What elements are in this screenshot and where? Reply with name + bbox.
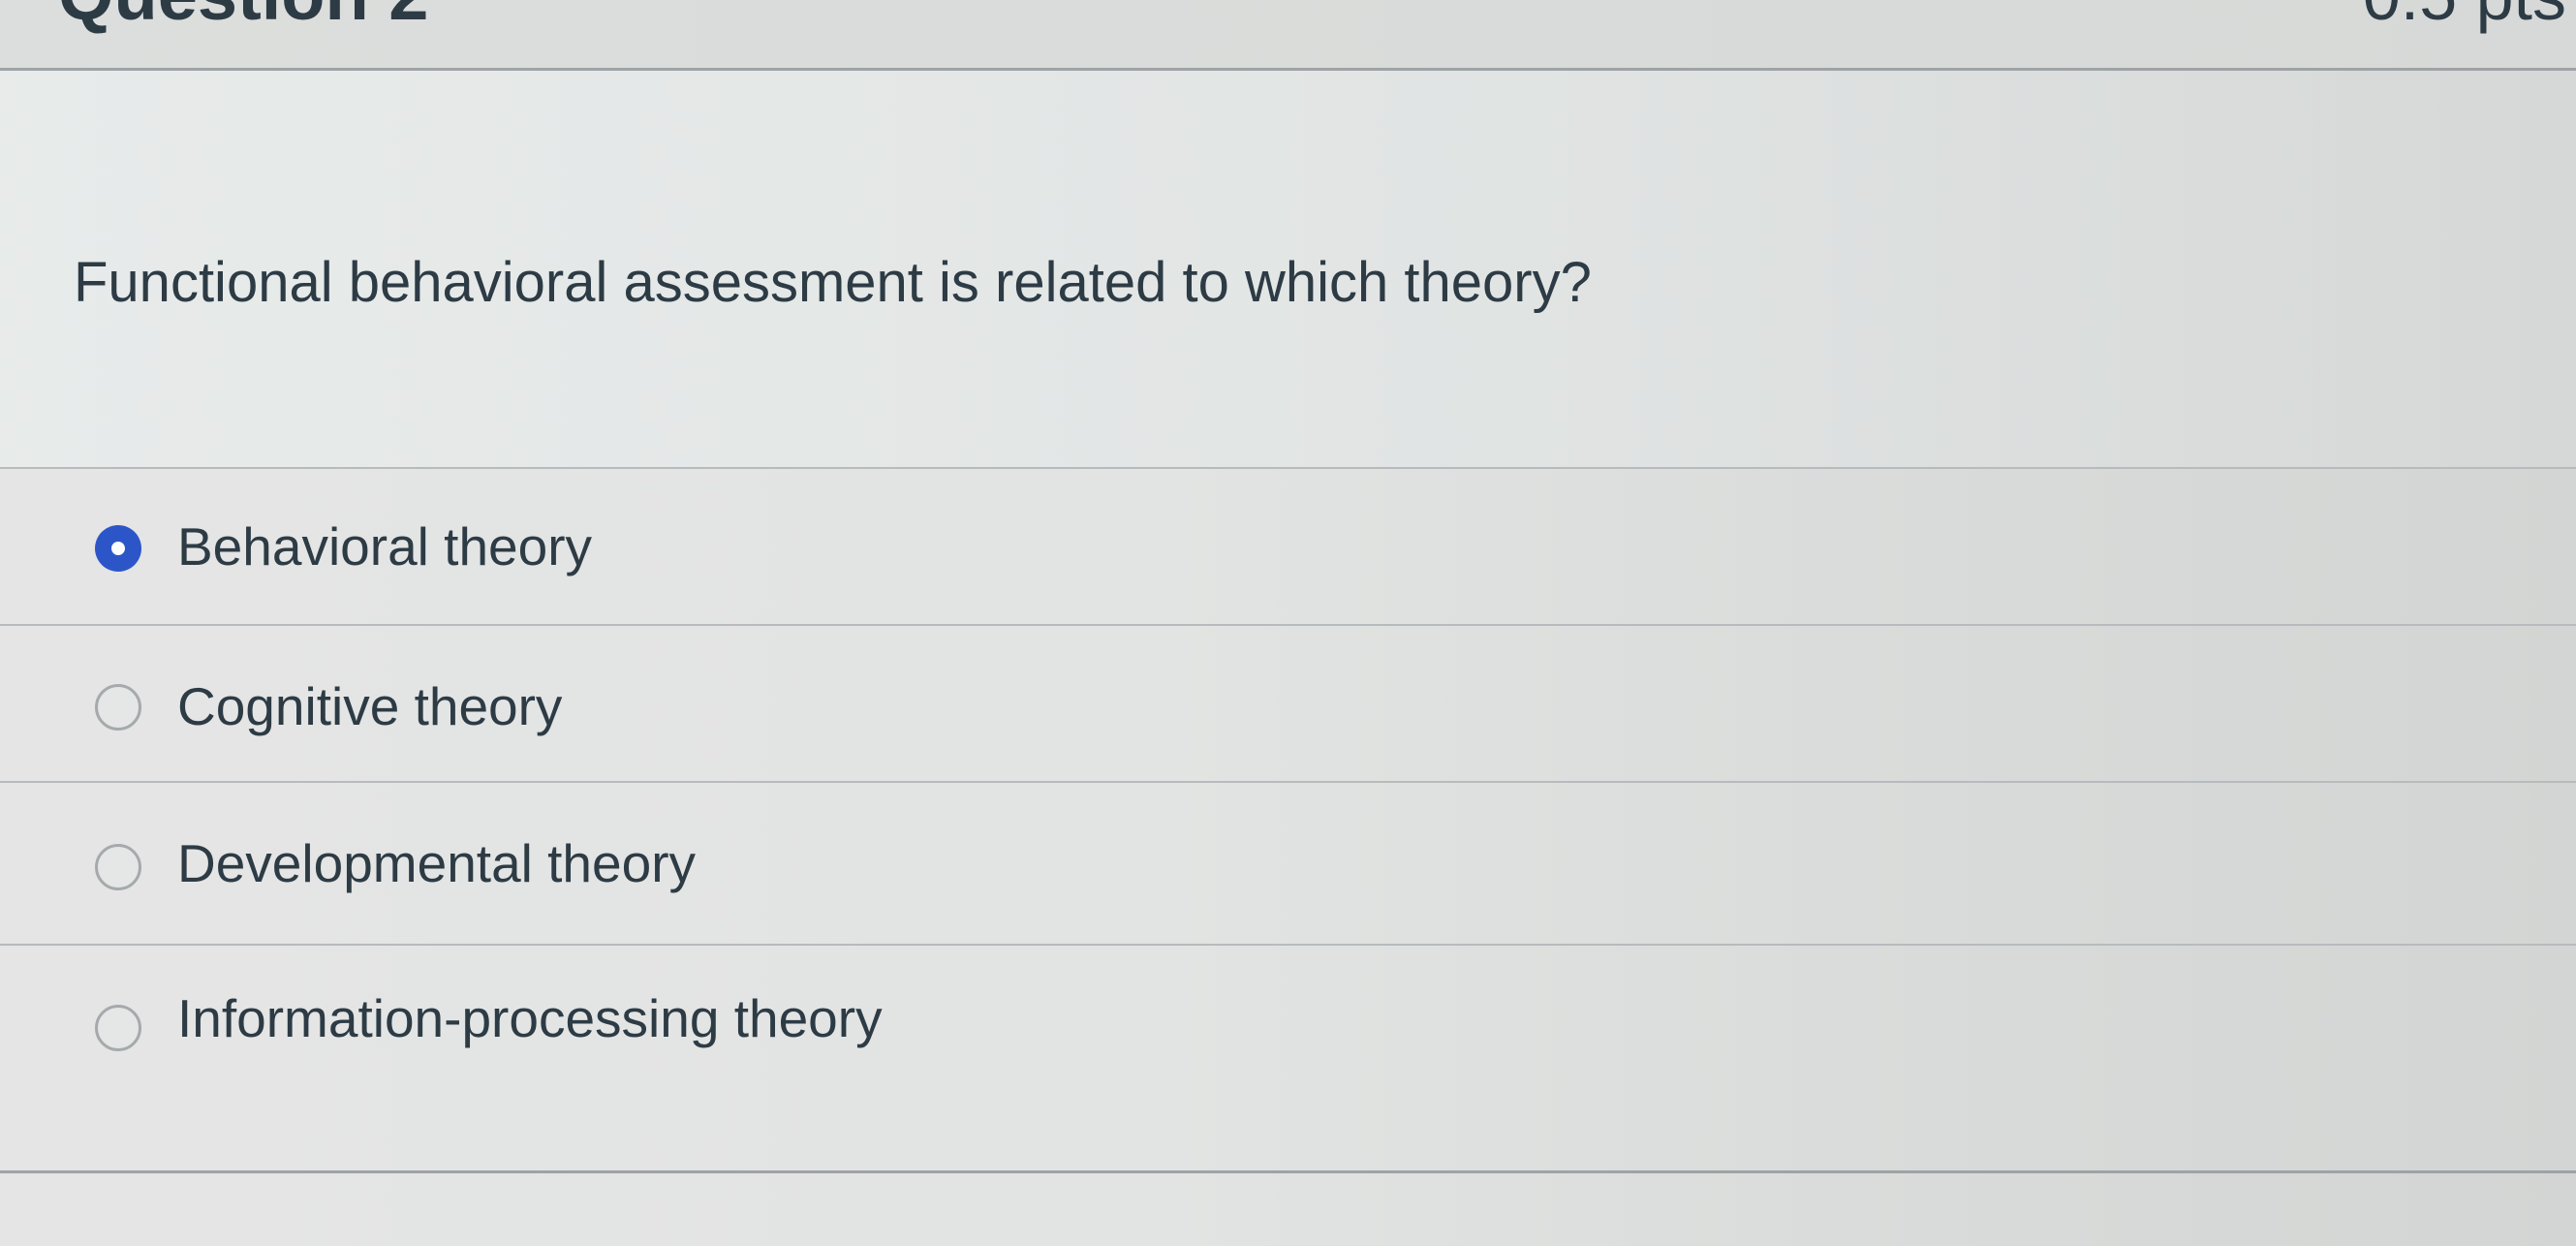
question-points: 0.5 pts [2363,0,2566,35]
question-text: Functional behavioral assessment is rela… [74,251,1592,314]
answer-option[interactable]: Cognitive theory [0,626,2576,781]
radio-selected-icon[interactable] [95,525,141,572]
answer-label[interactable]: Developmental theory [177,829,696,897]
answer-label[interactable]: Cognitive theory [177,672,562,740]
answer-label[interactable]: Information-processing theory [177,984,883,1052]
radio-unselected-icon[interactable] [95,1005,141,1051]
radio-unselected-icon[interactable] [95,684,141,731]
radio-unselected-icon[interactable] [95,844,141,890]
answer-option[interactable]: Information-processing theory [0,946,2576,1101]
question-title: Question 2 [58,0,428,36]
answer-option[interactable]: Behavioral theory [0,469,2576,624]
answer-label[interactable]: Behavioral theory [177,513,592,580]
answer-option[interactable]: Developmental theory [0,783,2576,938]
question-bottom-divider [0,1170,2576,1173]
question-header: Question 2 0.5 pts [0,0,2576,68]
